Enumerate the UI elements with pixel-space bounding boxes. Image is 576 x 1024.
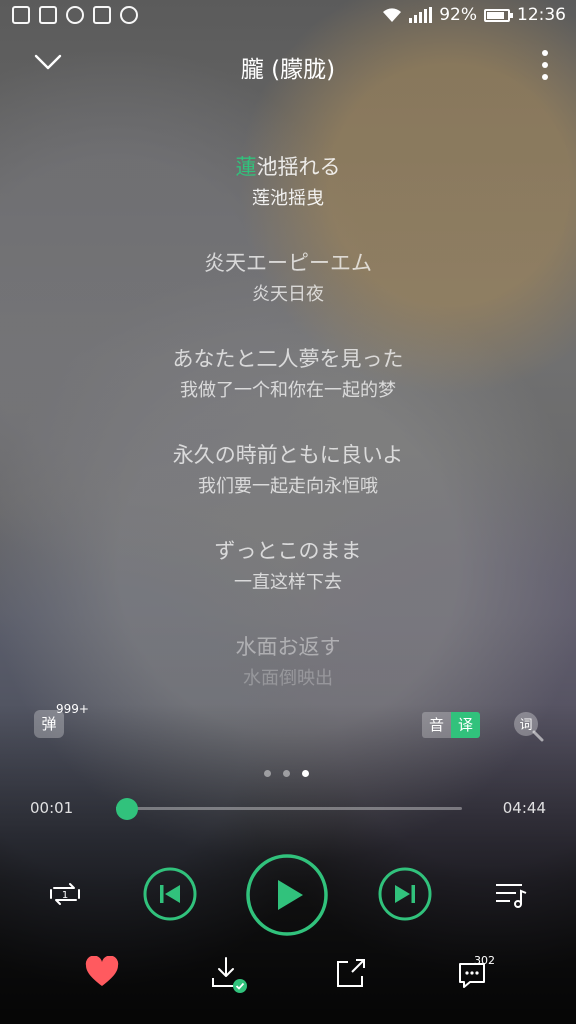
translation-toggle[interactable]: 译 xyxy=(451,712,480,738)
lyric-mode-toggle: 音 译 xyxy=(422,712,480,738)
battery-percent: 92% xyxy=(439,5,477,25)
play-button[interactable] xyxy=(245,853,329,937)
svg-text:词: 词 xyxy=(519,718,532,733)
total-duration: 04:44 xyxy=(502,799,546,817)
skip-previous-icon xyxy=(143,867,197,921)
battery-icon xyxy=(484,8,513,22)
trash-icon xyxy=(12,6,30,24)
lyric-item[interactable]: ずっとこのまま 一直这样下去 xyxy=(0,534,576,630)
lyric-item[interactable]: 永久の時前ともに良いよ 我们要一起走向永恒哦 xyxy=(0,438,576,534)
elapsed-time: 00:01 xyxy=(30,799,74,817)
skip-next-icon xyxy=(378,867,432,921)
lyric-item[interactable]: あなたと二人夢を見った 我做了一个和你在一起的梦 xyxy=(0,342,576,438)
share-button[interactable] xyxy=(334,956,370,990)
lyric-highlight: 蓮 xyxy=(235,155,257,179)
clock: 12:36 xyxy=(517,5,566,25)
lyric-line: 蓮池揺れる xyxy=(0,150,576,184)
progress-row: 00:01 04:44 xyxy=(0,796,576,822)
signal-icon xyxy=(409,7,433,23)
more-dot xyxy=(542,62,548,68)
seek-bar-knob[interactable] xyxy=(116,798,138,820)
status-bar: 92% 12:36 xyxy=(0,0,576,34)
svg-text:1: 1 xyxy=(62,890,68,901)
lyric-text: 池揺れる xyxy=(256,155,341,179)
lyric-translation: 水面倒映出 xyxy=(243,668,333,689)
like-button[interactable] xyxy=(84,955,120,990)
lyric-item[interactable]: 炎天エーピーエム 炎天日夜 xyxy=(0,246,576,342)
app-icon xyxy=(39,6,57,24)
lyric-translation: 莲池摇曳 xyxy=(252,188,324,209)
seek-bar[interactable] xyxy=(116,798,462,820)
page-indicator xyxy=(264,770,314,780)
shield-icon xyxy=(66,6,84,24)
lyric-item[interactable]: 水面お返す 水面倒映出 xyxy=(0,630,576,698)
lyric-line: 永久の時前ともに良いよ xyxy=(172,443,404,467)
lyric-translation: 我做了一个和你在一起的梦 xyxy=(180,380,396,401)
status-left-icons xyxy=(12,6,138,24)
weather-icon xyxy=(120,6,138,24)
player-screen: 92% 12:36 朧 (朦胧) 蓮池揺れる 莲池摇曳 炎天エーピーエム 炎天日… xyxy=(0,0,576,1024)
search-lyrics-button[interactable]: 词 xyxy=(512,710,544,742)
sim-icon xyxy=(93,6,111,24)
lyrics-options-row: 弹 999+ 音 译 词 xyxy=(0,700,576,750)
page-dot[interactable] xyxy=(264,770,271,777)
lyric-translation: 一直这样下去 xyxy=(234,572,342,593)
lyric-line: 水面お返す xyxy=(235,635,341,659)
lyrics-panel[interactable]: 蓮池揺れる 莲池摇曳 炎天エーピーエム 炎天日夜 あなたと二人夢を見った 我做了… xyxy=(0,150,576,698)
play-icon xyxy=(246,854,328,936)
original-lyrics-toggle[interactable]: 音 xyxy=(422,712,451,738)
download-icon xyxy=(212,957,247,993)
more-options-button[interactable] xyxy=(538,50,552,80)
lyric-translation: 我们要一起走向永恒哦 xyxy=(198,476,378,497)
more-dot xyxy=(542,50,548,56)
page-dot[interactable] xyxy=(283,770,290,777)
heart-icon xyxy=(85,955,119,986)
download-button[interactable] xyxy=(210,956,247,993)
more-dot xyxy=(542,74,548,80)
wifi-icon xyxy=(382,7,402,23)
lyric-translation: 炎天日夜 xyxy=(252,284,324,305)
repeat-one-icon: 1 xyxy=(50,883,80,905)
bottom-action-bar: 302 xyxy=(0,950,576,1000)
next-button[interactable] xyxy=(378,867,432,921)
search-lyrics-icon: 词 xyxy=(514,712,544,742)
repeat-one-button[interactable]: 1 xyxy=(46,878,84,910)
danmu-count-badge: 999+ xyxy=(56,702,89,716)
playlist-icon xyxy=(496,884,527,908)
player-header: 朧 (朦胧) xyxy=(0,40,576,92)
playback-controls: 1 xyxy=(0,850,576,940)
share-icon xyxy=(337,959,365,987)
lyric-line: あなたと二人夢を見った xyxy=(172,347,404,371)
previous-button[interactable] xyxy=(143,867,197,921)
lyric-line: ずっとこのまま xyxy=(214,539,362,563)
lyric-item-current[interactable]: 蓮池揺れる 莲池摇曳 xyxy=(0,150,576,246)
comment-count-badge: 302 xyxy=(474,954,495,967)
lyric-line: 炎天エーピーエム xyxy=(204,251,372,275)
song-title: 朧 (朦胧) xyxy=(240,57,336,83)
status-right: 92% 12:36 xyxy=(382,5,566,25)
page-dot-active[interactable] xyxy=(302,770,309,777)
playlist-button[interactable] xyxy=(494,880,528,910)
